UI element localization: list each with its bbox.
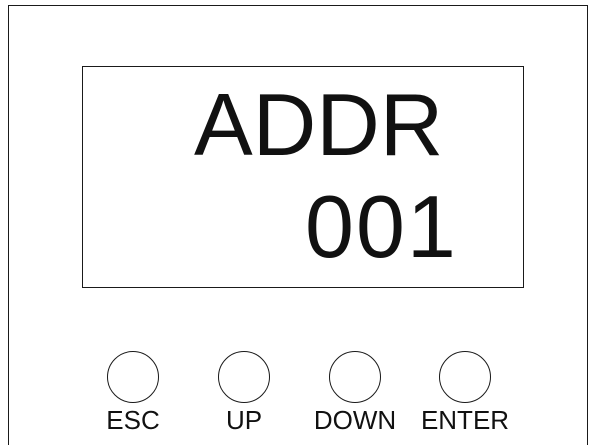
down-label: DOWN: [313, 405, 397, 435]
enter-button[interactable]: [439, 351, 491, 403]
lcd-display: ADDR 001: [82, 66, 524, 288]
up-label: UP: [225, 405, 263, 435]
up-button[interactable]: [218, 351, 270, 403]
esc-label: ESC: [106, 405, 160, 435]
display-value: 001: [305, 177, 458, 276]
down-button[interactable]: [329, 351, 381, 403]
enter-label: ENTER: [420, 405, 510, 435]
esc-button[interactable]: [107, 351, 159, 403]
display-mode: ADDR: [194, 75, 444, 174]
